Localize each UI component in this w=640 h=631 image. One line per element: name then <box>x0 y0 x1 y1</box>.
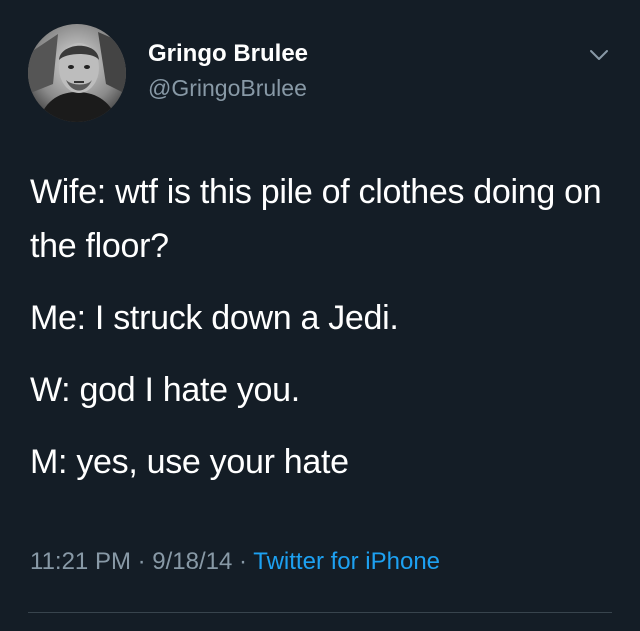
separator: · <box>130 548 153 575</box>
tweet-line: Me: I struck down a Jedi. <box>30 299 399 337</box>
tweet-card: Gringo Brulee @GringoBrulee Wife: wtf is… <box>0 0 640 631</box>
chevron-down-icon[interactable] <box>586 42 612 68</box>
tweet-line: Wife: wtf is this pile of clothes doing … <box>30 173 602 265</box>
avatar-photo <box>28 24 126 122</box>
user-handle[interactable]: @GringoBrulee <box>148 74 308 102</box>
separator: · <box>232 548 254 575</box>
display-name[interactable]: Gringo Brulee <box>148 40 308 68</box>
tweet-meta: 11:21 PM · 9/18/14 · Twitter for iPhone <box>30 548 440 576</box>
tweet-line: M: yes, use your hate <box>30 443 349 481</box>
divider <box>28 612 612 613</box>
tweet-source-link[interactable]: Twitter for iPhone <box>253 548 440 575</box>
tweet-line: W: god I hate you. <box>30 371 300 409</box>
avatar[interactable] <box>28 24 126 122</box>
user-info: Gringo Brulee @GringoBrulee <box>148 40 308 102</box>
tweet-date[interactable]: 9/18/14 <box>152 548 232 575</box>
tweet-header: Gringo Brulee @GringoBrulee <box>28 24 612 124</box>
tweet-text: Wife: wtf is this pile of clothes doing … <box>30 165 616 489</box>
tweet-time[interactable]: 11:21 PM <box>30 548 131 575</box>
